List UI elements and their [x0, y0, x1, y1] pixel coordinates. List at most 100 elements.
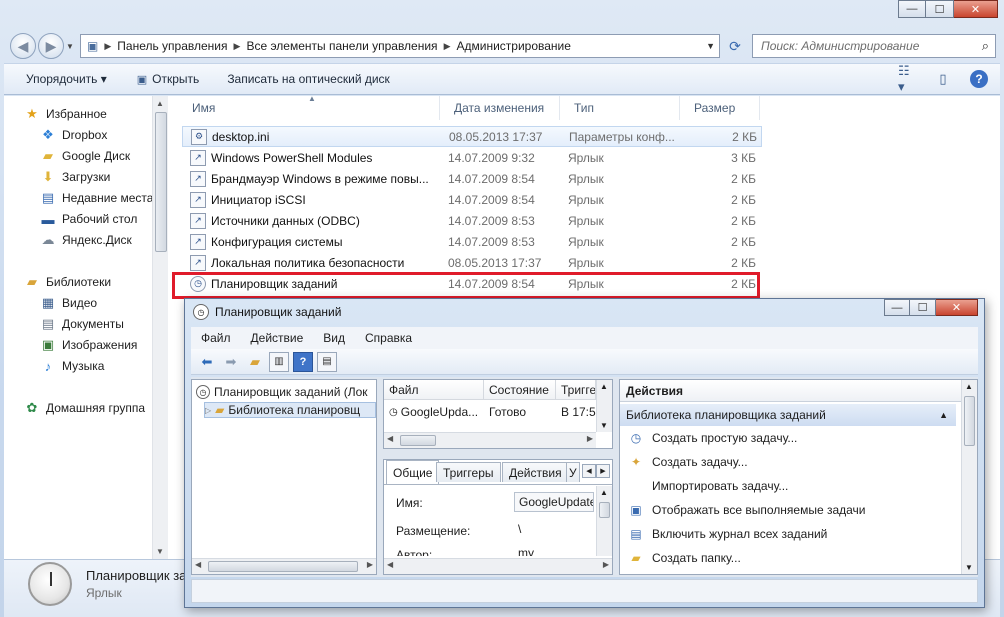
tree-library[interactable]: ▷ ▰ Библиотека планировщ — [204, 402, 376, 418]
tab-scroll-right-icon[interactable]: ▶ — [596, 464, 610, 478]
back-button[interactable]: ◀ — [10, 33, 36, 59]
open-button[interactable]: ▣ Открыть — [121, 72, 214, 86]
scrollbar-thumb[interactable] — [964, 396, 975, 446]
file-row[interactable]: ↗ Брандмауэр Windows в режиме повы... 14.… — [182, 168, 762, 189]
menu-help[interactable]: Справка — [355, 331, 422, 345]
breadcrumb-separator[interactable]: ▶ — [232, 41, 243, 52]
up-folder-icon[interactable]: ▰ — [245, 352, 265, 372]
forward-arrow-icon[interactable]: ➡ — [221, 352, 241, 372]
actions-scrollbar[interactable]: ▲ ▼ — [961, 380, 977, 574]
menu-view[interactable]: Вид — [313, 331, 355, 345]
tree-root[interactable]: ◷ Планировщик заданий (Лок — [196, 385, 368, 399]
action-create-folder[interactable]: ▰ Создать папку... — [628, 550, 740, 566]
scroll-left-icon[interactable]: ◀ — [195, 560, 201, 569]
file-row[interactable]: ↗ Windows PowerShell Modules 14.07.2009 9… — [182, 147, 762, 168]
preview-pane-icon[interactable]: ▯ — [934, 70, 952, 88]
nav-video[interactable]: ▦ Видео — [40, 295, 97, 311]
scroll-right-icon[interactable]: ▶ — [603, 560, 609, 569]
properties-scrollbar[interactable]: ▲ — [596, 486, 612, 556]
menu-action[interactable]: Действие — [241, 331, 314, 345]
search-input[interactable]: Поиск: Администрирование ⌕ — [752, 34, 996, 58]
grid-header-triggers[interactable]: Тригге — [556, 380, 596, 400]
organize-button[interactable]: Упорядочить ▾ — [4, 72, 121, 86]
maximize-button[interactable]: ☐ — [910, 299, 936, 316]
grid-header-file[interactable]: Файл — [384, 380, 484, 400]
prop-value-name[interactable]: GoogleUpdate — [514, 492, 594, 512]
scroll-down-icon[interactable]: ▼ — [156, 547, 164, 556]
tree-horizontal-scrollbar[interactable]: ◀ ▶ — [192, 558, 376, 574]
column-header-date[interactable]: Дата изменения — [440, 96, 560, 120]
expand-icon[interactable]: ▷ — [205, 406, 211, 415]
scroll-down-icon[interactable]: ▼ — [600, 421, 608, 430]
back-arrow-icon[interactable]: ⬅ — [197, 352, 217, 372]
nav-libraries[interactable]: ▰ Библиотеки — [24, 274, 111, 290]
maximize-button[interactable]: ☐ — [926, 0, 954, 18]
tab-general[interactable]: Общие — [386, 460, 440, 484]
nav-pictures[interactable]: ▣ Изображения — [40, 337, 138, 353]
view-options-icon[interactable]: ☷ ▾ — [898, 63, 916, 94]
show-hide-actions-icon[interactable]: ▤ — [317, 351, 337, 372]
forward-button[interactable]: ▶ — [38, 33, 64, 59]
help-icon[interactable]: ? — [293, 351, 313, 372]
close-button[interactable]: ✕ — [936, 299, 978, 316]
scroll-down-icon[interactable]: ▼ — [965, 563, 973, 572]
action-show-running-tasks[interactable]: ▣ Отображать все выполняемые задачи — [628, 502, 865, 518]
nav-google-drive[interactable]: ▰ Google Диск — [40, 148, 130, 164]
column-header-type[interactable]: Тип — [560, 96, 680, 120]
file-row[interactable]: ↗ Локальная политика безопасности 08.05.2… — [182, 252, 762, 273]
burn-disc-button[interactable]: Записать на оптический диск — [213, 72, 404, 86]
breadcrumb-all-items[interactable]: Все элементы панели управления — [242, 39, 441, 53]
nav-dropbox[interactable]: ❖ Dropbox — [40, 127, 107, 143]
action-enable-history[interactable]: ▤ Включить журнал всех заданий — [628, 526, 827, 542]
scroll-right-icon[interactable]: ▶ — [587, 434, 593, 443]
refresh-button[interactable]: ⟳ — [724, 36, 746, 56]
nav-music[interactable]: ♪ Музыка — [40, 358, 105, 374]
breadcrumb-separator[interactable]: ▶ — [102, 41, 113, 52]
column-header-size[interactable]: Размер — [680, 96, 760, 120]
scrollbar-thumb[interactable] — [400, 435, 436, 446]
scrollbar-thumb[interactable] — [599, 502, 610, 518]
scroll-up-icon[interactable]: ▲ — [600, 488, 608, 497]
file-row[interactable]: ↗ Конфигурация системы 14.07.2009 8:53 Яр… — [182, 231, 762, 252]
nav-documents[interactable]: ▤ Документы — [40, 316, 124, 332]
breadcrumb-separator[interactable]: ▶ — [442, 41, 453, 52]
grid-horizontal-scrollbar[interactable]: ◀ ▶ — [384, 432, 596, 448]
scrollbar-thumb[interactable] — [155, 112, 167, 252]
address-bar[interactable]: ▣ ▶ Панель управления ▶ Все элементы пан… — [80, 34, 720, 58]
scrollbar-thumb[interactable] — [208, 561, 358, 572]
recent-pages-dropdown[interactable]: ▼ — [66, 42, 74, 51]
column-header-name[interactable]: Имя — [178, 96, 440, 120]
navigation-scrollbar[interactable]: ▲ ▼ — [152, 96, 168, 559]
task-row-status[interactable]: Готово — [484, 402, 556, 422]
tab-more[interactable]: У — [566, 462, 580, 482]
collapse-icon[interactable]: ▲ — [939, 410, 948, 420]
scroll-up-icon[interactable]: ▲ — [600, 382, 608, 391]
search-icon[interactable]: ⌕ — [982, 38, 989, 54]
scroll-left-icon[interactable]: ◀ — [387, 560, 393, 569]
minimize-button[interactable]: — — [884, 299, 910, 316]
address-dropdown-icon[interactable]: ▼ — [706, 41, 715, 51]
nav-recent-places[interactable]: ▤ Недавние места — [40, 190, 152, 206]
grid-header-status[interactable]: Состояние — [484, 380, 556, 400]
nav-desktop[interactable]: ▬ Рабочий стол — [40, 211, 138, 227]
grid-vertical-scrollbar[interactable]: ▲ ▼ — [596, 380, 612, 432]
action-import-task[interactable]: Импортировать задачу... — [628, 478, 788, 494]
tab-actions[interactable]: Действия — [502, 462, 569, 482]
close-button[interactable]: ✕ — [954, 0, 998, 18]
file-row[interactable]: ↗ Источники данных (ODBC) 14.07.2009 8:53… — [182, 210, 762, 231]
scroll-up-icon[interactable]: ▲ — [156, 99, 164, 108]
help-icon[interactable]: ? — [970, 70, 988, 88]
file-row[interactable]: ↗ Инициатор iSCSI 14.07.2009 8:54 Ярлык 2… — [182, 189, 762, 210]
task-row-name[interactable]: ◷ GoogleUpda... — [384, 402, 484, 422]
scroll-up-icon[interactable]: ▲ — [965, 382, 973, 391]
action-create-task[interactable]: ✦ Создать задачу... — [628, 454, 748, 470]
menu-file[interactable]: Файл — [191, 331, 241, 345]
properties-horizontal-scrollbar[interactable]: ◀ ▶ — [384, 558, 612, 574]
nav-favorites[interactable]: ★ Избранное — [24, 106, 107, 122]
breadcrumb-control-panel[interactable]: Панель управления — [113, 39, 231, 53]
tab-scroll-left-icon[interactable]: ◀ — [582, 464, 596, 478]
scroll-left-icon[interactable]: ◀ — [387, 434, 393, 443]
action-create-basic-task[interactable]: ◷ Создать простую задачу... — [628, 430, 798, 446]
nav-yandex-disk[interactable]: ☁ Яндекс.Диск — [40, 232, 132, 248]
task-row-trigger[interactable]: В 17:5( — [556, 402, 596, 422]
